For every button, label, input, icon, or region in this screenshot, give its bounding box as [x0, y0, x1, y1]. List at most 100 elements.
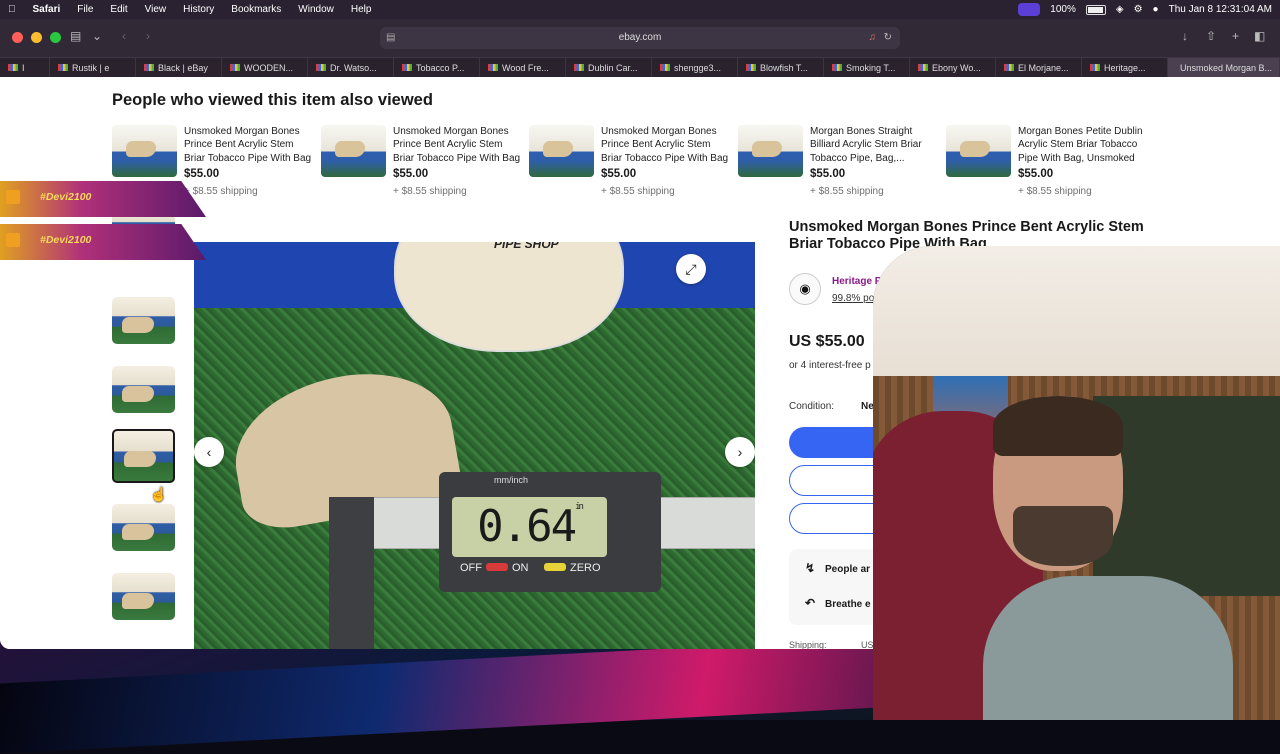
- menu-view[interactable]: View: [145, 4, 167, 15]
- menu-bookmarks[interactable]: Bookmarks: [231, 4, 281, 15]
- related-item-shipping: + $8.55 shipping: [184, 186, 258, 197]
- tab-item[interactable]: I: [0, 57, 50, 78]
- address-bar[interactable]: ▤ ebay.com ♫ ↻: [380, 27, 900, 49]
- chevron-down-icon[interactable]: ⌄: [92, 29, 102, 43]
- zoom-window-button[interactable]: [50, 32, 61, 43]
- tab-item[interactable]: Black | eBay: [136, 57, 222, 78]
- related-item-title[interactable]: Morgan Bones Petite Dublin Acrylic Stem …: [1018, 125, 1148, 165]
- tab-item[interactable]: WOODEN...: [222, 57, 308, 78]
- new-tab-icon[interactable]: +: [1232, 29, 1239, 43]
- caliper-screen: 0.64in: [452, 497, 607, 557]
- forward-icon[interactable]: ›: [146, 29, 150, 43]
- caliper-unit: in: [575, 502, 584, 512]
- interest-free-text: or 4 interest-free p: [789, 360, 871, 371]
- download-icon[interactable]: ↓: [1182, 29, 1188, 43]
- expand-icon[interactable]: ⤢: [676, 254, 706, 284]
- tab-bar: I Rustik | e Black | eBay WOODEN... Dr. …: [0, 57, 1280, 78]
- tab-item-active[interactable]: Unsmoked Morgan B...: [1168, 57, 1280, 78]
- people-watching-note: ↯ People ar: [805, 561, 871, 575]
- ebay-favicon-icon: [1004, 64, 1014, 71]
- next-image-button[interactable]: ›: [725, 437, 755, 467]
- related-item-price: $55.00: [184, 168, 220, 180]
- product-price: US $55.00: [789, 333, 865, 350]
- menubar-clock[interactable]: Thu Jan 8 12:31:04 AM: [1169, 4, 1272, 15]
- tab-item[interactable]: Blowfish T...: [738, 57, 824, 78]
- related-item-shipping: + $8.55 shipping: [393, 186, 467, 197]
- control-center-icon[interactable]: ⚙: [1134, 4, 1143, 15]
- related-item-card[interactable]: Morgan Bones Straight Billiard Acrylic S…: [738, 125, 938, 205]
- related-item-card[interactable]: Unsmoked Morgan Bones Prince Bent Acryli…: [321, 125, 521, 205]
- menu-edit[interactable]: Edit: [110, 4, 127, 15]
- related-item-thumbnail[interactable]: [112, 125, 177, 177]
- tab-item[interactable]: shengge3...: [652, 57, 738, 78]
- related-item-title[interactable]: Morgan Bones Straight Billiard Acrylic S…: [810, 125, 940, 165]
- ebay-favicon-icon: [58, 64, 68, 71]
- image-thumbnail[interactable]: [112, 573, 175, 620]
- browser-toolbar: ▤ ⌄ ‹ › ▤ ebay.com ♫ ↻ ↓ ⇧ + ◧: [0, 19, 1280, 57]
- macos-menubar:  Safari File Edit View History Bookmark…: [0, 0, 1280, 19]
- battery-icon[interactable]: [1085, 4, 1106, 15]
- tab-overview-icon[interactable]: ◧: [1254, 29, 1265, 43]
- caliper-jaw: [329, 497, 374, 649]
- image-thumbnail[interactable]: [112, 504, 175, 551]
- speaker-icon[interactable]: ♫: [869, 27, 877, 49]
- tab-item[interactable]: Rustik | e: [50, 57, 136, 78]
- related-item-thumbnail[interactable]: [321, 125, 386, 177]
- reload-icon[interactable]: ↻: [884, 27, 892, 49]
- related-item-card[interactable]: Morgan Bones Petite Dublin Acrylic Stem …: [946, 125, 1146, 205]
- menu-window[interactable]: Window: [298, 4, 334, 15]
- menu-app-name[interactable]: Safari: [33, 4, 61, 15]
- tab-item[interactable]: Ebony Wo...: [910, 57, 996, 78]
- close-window-button[interactable]: [12, 32, 23, 43]
- main-product-image[interactable]: PIPE SHOP mm/inch 0.64in OFFON ZERO ⤢ 4♡…: [194, 242, 755, 649]
- related-item-title[interactable]: Unsmoked Morgan Bones Prince Bent Acryli…: [393, 125, 523, 165]
- person-shirt: [983, 576, 1233, 720]
- tab-item[interactable]: Tobacco P...: [394, 57, 480, 78]
- related-item-card[interactable]: Unsmoked Morgan Bones Prince Bent Acryli…: [529, 125, 729, 205]
- ebay-favicon-icon: [832, 64, 842, 71]
- shipping-label: Shipping:: [789, 640, 827, 649]
- related-item-thumbnail[interactable]: [738, 125, 803, 177]
- menu-history[interactable]: History: [183, 4, 214, 15]
- related-item-price: $55.00: [810, 168, 846, 180]
- apple-icon[interactable]: : [8, 4, 16, 15]
- board-text: PIPE SHOP: [494, 242, 559, 251]
- sidebar-icon[interactable]: ▤: [70, 29, 81, 43]
- return-arrow-icon: ↶: [805, 596, 816, 610]
- menu-help[interactable]: Help: [351, 4, 372, 15]
- stream-tag-icon: [6, 233, 20, 247]
- image-thumbnail[interactable]: [112, 297, 175, 344]
- image-thumbnail[interactable]: [112, 366, 175, 413]
- related-item-price: $55.00: [601, 168, 637, 180]
- wifi-icon[interactable]: ◈: [1116, 4, 1124, 15]
- tab-item[interactable]: Dr. Watso...: [308, 57, 394, 78]
- previous-image-button[interactable]: ‹: [194, 437, 224, 467]
- thumbnail-scroll-down-icon[interactable]: ⌄: [136, 648, 146, 649]
- related-item-thumbnail[interactable]: [946, 125, 1011, 177]
- returns-note: ↶ Breathe e: [805, 596, 871, 610]
- related-item-thumbnail[interactable]: [529, 125, 594, 177]
- ebay-favicon-icon: [230, 64, 240, 71]
- related-item-title[interactable]: Unsmoked Morgan Bones Prince Bent Acryli…: [601, 125, 731, 165]
- ebay-favicon-icon: [574, 64, 584, 71]
- related-item-shipping: + $8.55 shipping: [1018, 186, 1092, 197]
- screen-record-icon[interactable]: [1018, 3, 1041, 16]
- share-icon[interactable]: ⇧: [1206, 29, 1216, 43]
- seller-logo-icon[interactable]: ◉: [789, 273, 821, 305]
- condition-label: Condition:: [789, 401, 835, 412]
- related-item-title[interactable]: Unsmoked Morgan Bones Prince Bent Acryli…: [184, 125, 314, 165]
- caliper-zero: ZERO: [544, 562, 601, 574]
- menu-file[interactable]: File: [77, 4, 93, 15]
- tab-item[interactable]: Wood Fre...: [480, 57, 566, 78]
- minimize-window-button[interactable]: [31, 32, 42, 43]
- tab-item[interactable]: Dublin Car...: [566, 57, 652, 78]
- tab-item[interactable]: Heritage...: [1082, 57, 1168, 78]
- related-items-heading: People who viewed this item also viewed: [112, 91, 433, 109]
- ebay-favicon-icon: [402, 64, 412, 71]
- image-thumbnail-selected[interactable]: [112, 429, 175, 483]
- user-icon[interactable]: ●: [1153, 4, 1159, 15]
- back-icon[interactable]: ‹: [122, 29, 126, 43]
- tab-item[interactable]: El Morjane...: [996, 57, 1082, 78]
- tab-item[interactable]: Smoking T...: [824, 57, 910, 78]
- page-menu-icon[interactable]: ▤: [386, 27, 395, 49]
